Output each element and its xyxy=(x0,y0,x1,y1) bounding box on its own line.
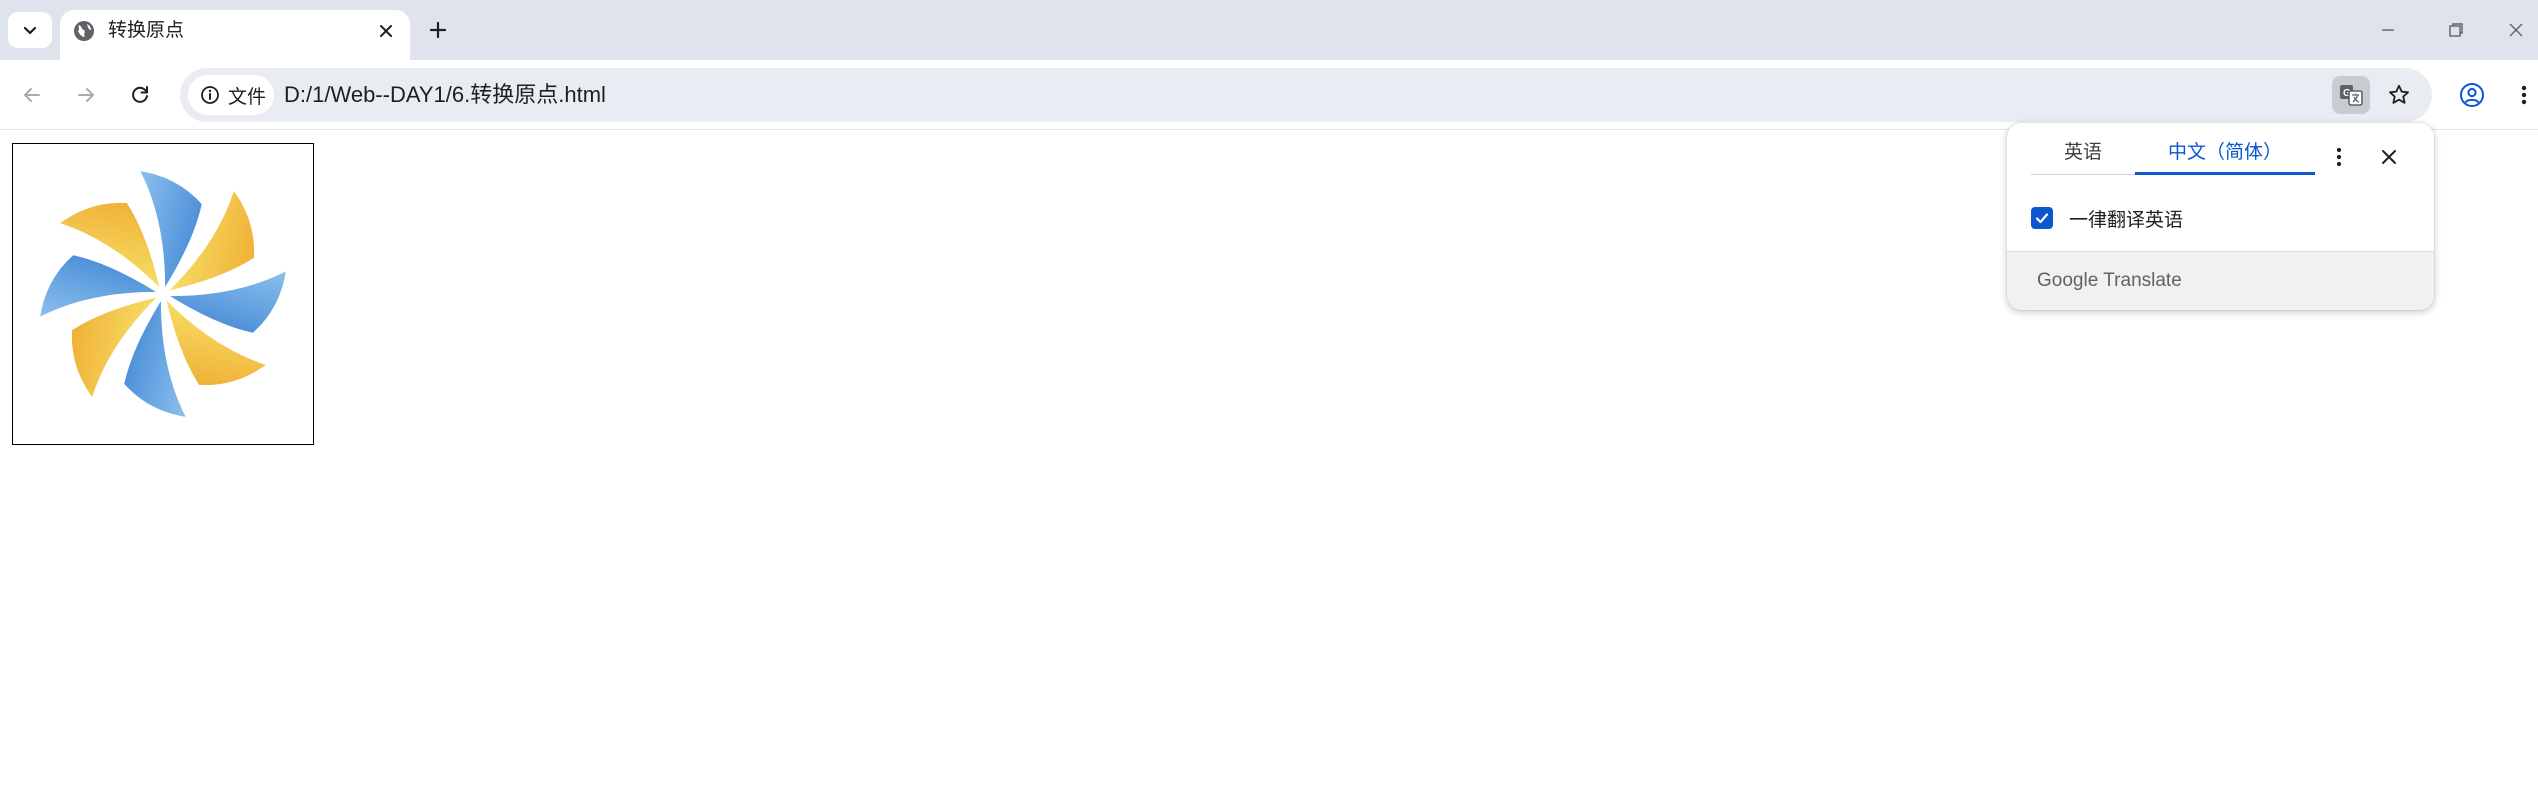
new-tab-button[interactable] xyxy=(420,12,456,48)
active-tab[interactable]: 转换原点 xyxy=(60,10,410,60)
arrow-left-icon xyxy=(24,88,40,102)
chevron-down-icon xyxy=(23,26,37,35)
plus-icon xyxy=(429,21,447,39)
star-icon xyxy=(2389,84,2409,104)
bookmark-button[interactable] xyxy=(2380,76,2418,114)
minimize-icon xyxy=(2382,29,2394,31)
translate-brand-text: Translate xyxy=(2103,270,2182,291)
url-text[interactable]: D:/1/Web--DAY1/6.转换原点.html xyxy=(284,82,606,108)
more-vert-icon xyxy=(2336,147,2342,167)
globe-icon xyxy=(74,21,94,41)
tab-title: 转换原点 xyxy=(108,20,185,41)
pinwheel-petals xyxy=(35,166,291,422)
reload-button[interactable] xyxy=(120,75,160,115)
restore-button[interactable] xyxy=(2434,10,2478,50)
always-translate-checkbox[interactable] xyxy=(2031,207,2053,229)
tab-close-button[interactable] xyxy=(370,15,402,47)
back-button[interactable] xyxy=(12,75,52,115)
tab-strip: 转换原点 xyxy=(0,0,2538,60)
account-circle-icon xyxy=(2460,83,2484,107)
tab-source-language[interactable]: 英语 xyxy=(2031,141,2135,175)
pinwheel-image xyxy=(35,166,291,422)
close-icon xyxy=(2382,150,2396,164)
site-info-chip[interactable]: 文件 xyxy=(188,75,274,115)
forward-button[interactable] xyxy=(66,75,106,115)
profile-button[interactable] xyxy=(2452,75,2492,115)
arrow-right-icon xyxy=(78,88,94,102)
translate-icon: G xyxy=(2340,85,2363,106)
address-bar[interactable]: 文件 D:/1/Web--DAY1/6.转换原点.html G xyxy=(180,68,2432,122)
check-icon xyxy=(2035,213,2049,224)
tab-search-button[interactable] xyxy=(8,12,52,48)
close-icon xyxy=(2509,23,2523,37)
demo-box xyxy=(12,143,314,445)
restore-icon xyxy=(2449,23,2463,37)
pinwheel-hub xyxy=(160,291,166,297)
always-translate-label: 一律翻译英语 xyxy=(2069,209,2184,231)
translate-options-button[interactable] xyxy=(2323,141,2355,173)
browser-menu-button[interactable] xyxy=(2510,75,2538,115)
more-vert-icon xyxy=(2521,85,2527,105)
site-chip-label: 文件 xyxy=(228,86,267,108)
close-icon xyxy=(380,25,392,37)
translate-page-button[interactable]: G xyxy=(2332,76,2370,114)
translate-close-button[interactable] xyxy=(2373,141,2405,173)
reload-icon xyxy=(132,86,148,103)
translate-bubble: 英语 中文（简体） 一律翻译英语 Google Translate xyxy=(2007,123,2434,310)
translate-footer: Google Translate xyxy=(2007,251,2434,310)
window-close-button[interactable] xyxy=(2494,10,2538,50)
browser-toolbar: 文件 D:/1/Web--DAY1/6.转换原点.html G xyxy=(0,60,2538,130)
always-translate-option[interactable]: 一律翻译英语 xyxy=(2031,203,2183,233)
google-logo: Google xyxy=(2037,270,2099,291)
info-icon xyxy=(201,86,219,104)
tab-target-language[interactable]: 中文（简体） xyxy=(2135,141,2315,175)
minimize-button[interactable] xyxy=(2366,10,2410,50)
